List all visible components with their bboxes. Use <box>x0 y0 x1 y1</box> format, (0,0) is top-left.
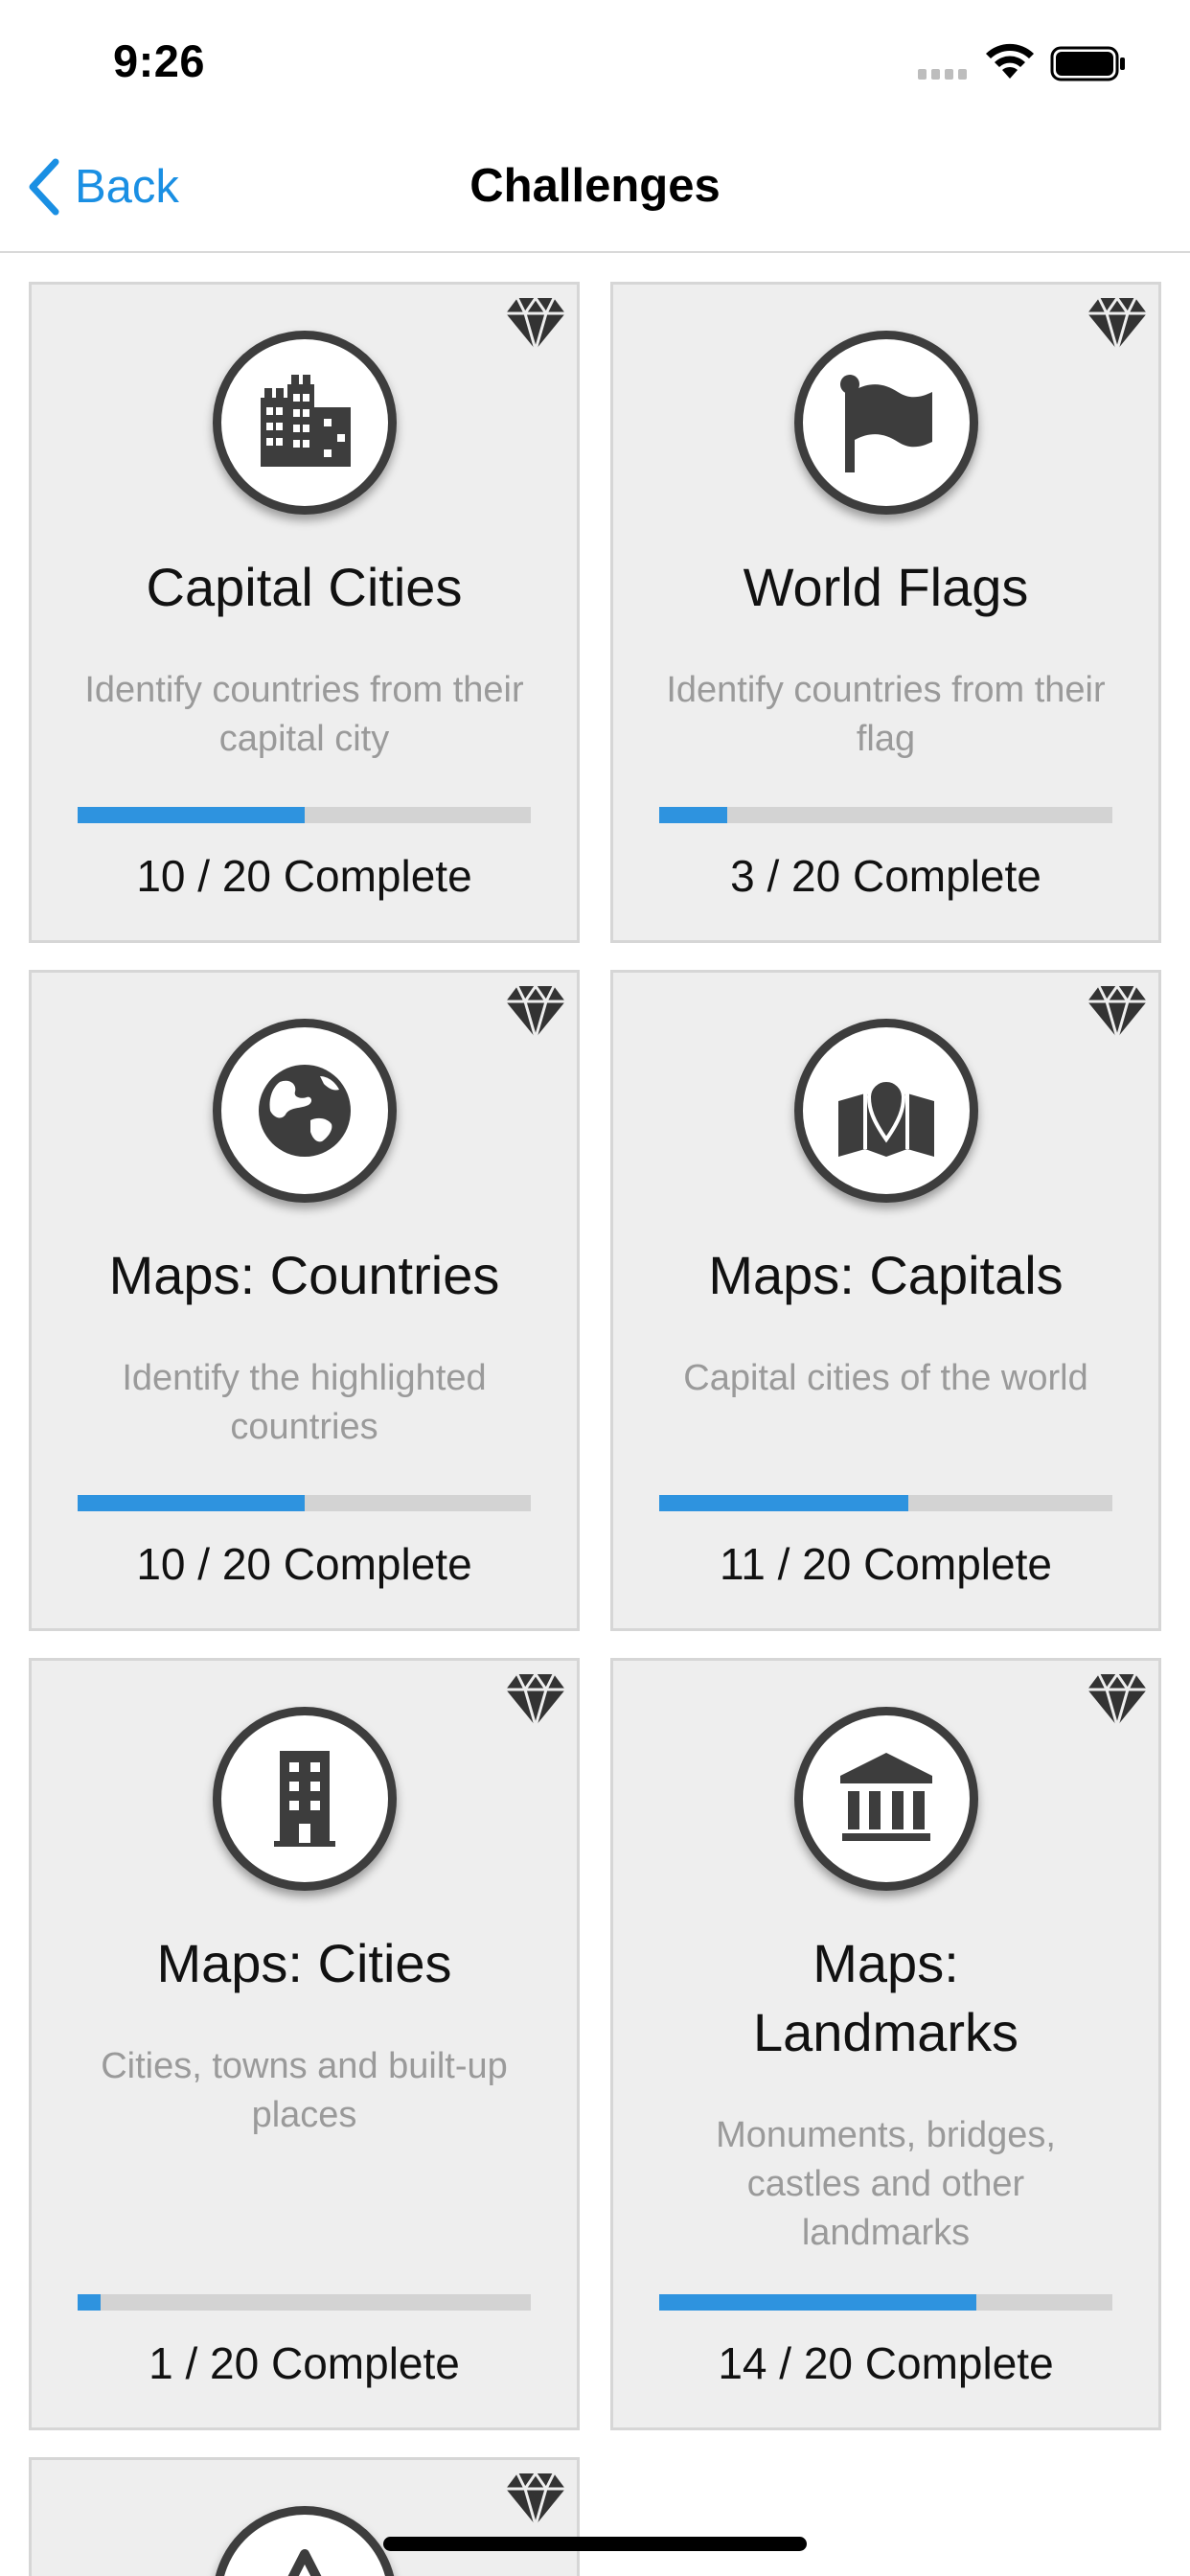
challenge-icon-circle <box>212 1019 397 1203</box>
progress-bar <box>659 1495 1112 1511</box>
challenge-description: Cities, towns and built-up places <box>101 2046 508 2135</box>
challenge-title: Maps: Landmarks <box>752 1933 1019 2062</box>
building-icon <box>273 1751 335 1847</box>
gem-icon <box>504 1670 567 1730</box>
progress-fill <box>659 807 727 823</box>
challenge-title: Maps: Cities <box>156 1933 452 1993</box>
gem-icon <box>1086 982 1149 1042</box>
progress-label: 11 / 20 Complete <box>720 1539 1052 1589</box>
gem-icon <box>504 2470 567 2529</box>
status-bar: 9:26 <box>0 0 1190 126</box>
progress-label: 10 / 20 Complete <box>136 1539 472 1589</box>
challenge-title: Capital Cities <box>146 557 463 617</box>
challenge-description: Identify countries from their capital ci… <box>84 670 524 759</box>
progress-label: 10 / 20 Complete <box>136 851 472 901</box>
challenge-icon-circle <box>793 331 978 515</box>
challenge-description: Identify countries from their flag <box>666 670 1106 759</box>
challenge-description: Monuments, bridges, castles and other la… <box>716 2115 1056 2253</box>
gem-icon <box>504 294 567 354</box>
challenge-icon-circle <box>212 331 397 515</box>
challenge-card-capital-cities[interactable]: Capital Cities Identify countries from t… <box>29 282 580 943</box>
challenge-title: Maps: Capitals <box>708 1245 1064 1305</box>
globe-icon <box>258 1065 351 1157</box>
wifi-icon <box>986 43 1034 79</box>
mountain-icon <box>287 2549 321 2576</box>
progress-label: 3 / 20 Complete <box>730 851 1041 901</box>
challenge-icon-circle <box>212 1707 397 1891</box>
city-icon <box>260 375 351 467</box>
progress-label: 1 / 20 Complete <box>149 2338 460 2388</box>
progress-bar <box>78 2294 531 2311</box>
flag-icon <box>839 375 932 472</box>
challenge-card-maps-capitals[interactable]: Maps: Capitals Capital cities of the wor… <box>610 970 1161 1631</box>
progress-label: 14 / 20 Complete <box>718 2338 1054 2388</box>
challenge-card-maps-cities[interactable]: Maps: Cities Cities, towns and built-up … <box>29 1658 580 2430</box>
progress-fill <box>78 2294 101 2311</box>
challenge-title: World Flags <box>743 557 1029 617</box>
page-title: Challenges <box>469 160 721 212</box>
challenge-description: Identify the highlighted countries <box>122 1358 487 1447</box>
challenge-description: Capital cities of the world <box>683 1358 1088 1398</box>
progress-fill <box>78 807 305 823</box>
home-indicator <box>383 2537 807 2551</box>
navigation-bar: Back Challenges <box>0 126 1190 253</box>
map-pin-icon <box>837 1078 934 1157</box>
challenge-icon-circle <box>212 2506 397 2576</box>
progress-fill <box>78 1495 305 1511</box>
status-time: 9:26 <box>113 35 206 86</box>
challenge-card-maps-landmarks[interactable]: Maps: Landmarks Monuments, bridges, cast… <box>610 1658 1161 2430</box>
challenge-icon-circle <box>793 1707 978 1891</box>
challenge-card-maps-countries[interactable]: Maps: Countries Identify the highlighted… <box>29 970 580 1631</box>
gem-icon <box>504 982 567 1042</box>
progress-bar <box>659 807 1112 823</box>
progress-bar <box>78 1495 531 1511</box>
landmark-icon <box>839 1753 932 1841</box>
progress-fill <box>659 2294 977 2311</box>
challenge-icon-circle <box>793 1019 978 1203</box>
gem-icon <box>1086 294 1149 354</box>
progress-bar <box>659 2294 1112 2311</box>
gem-icon <box>1086 1670 1149 1730</box>
cellular-signal-icon <box>918 69 967 80</box>
challenge-card-partial[interactable] <box>29 2457 580 2576</box>
challenge-card-world-flags[interactable]: World Flags Identify countries from thei… <box>610 282 1161 943</box>
progress-bar <box>78 807 531 823</box>
challenge-title: Maps: Countries <box>108 1245 500 1305</box>
progress-fill <box>659 1495 909 1511</box>
battery-icon <box>1050 46 1125 81</box>
